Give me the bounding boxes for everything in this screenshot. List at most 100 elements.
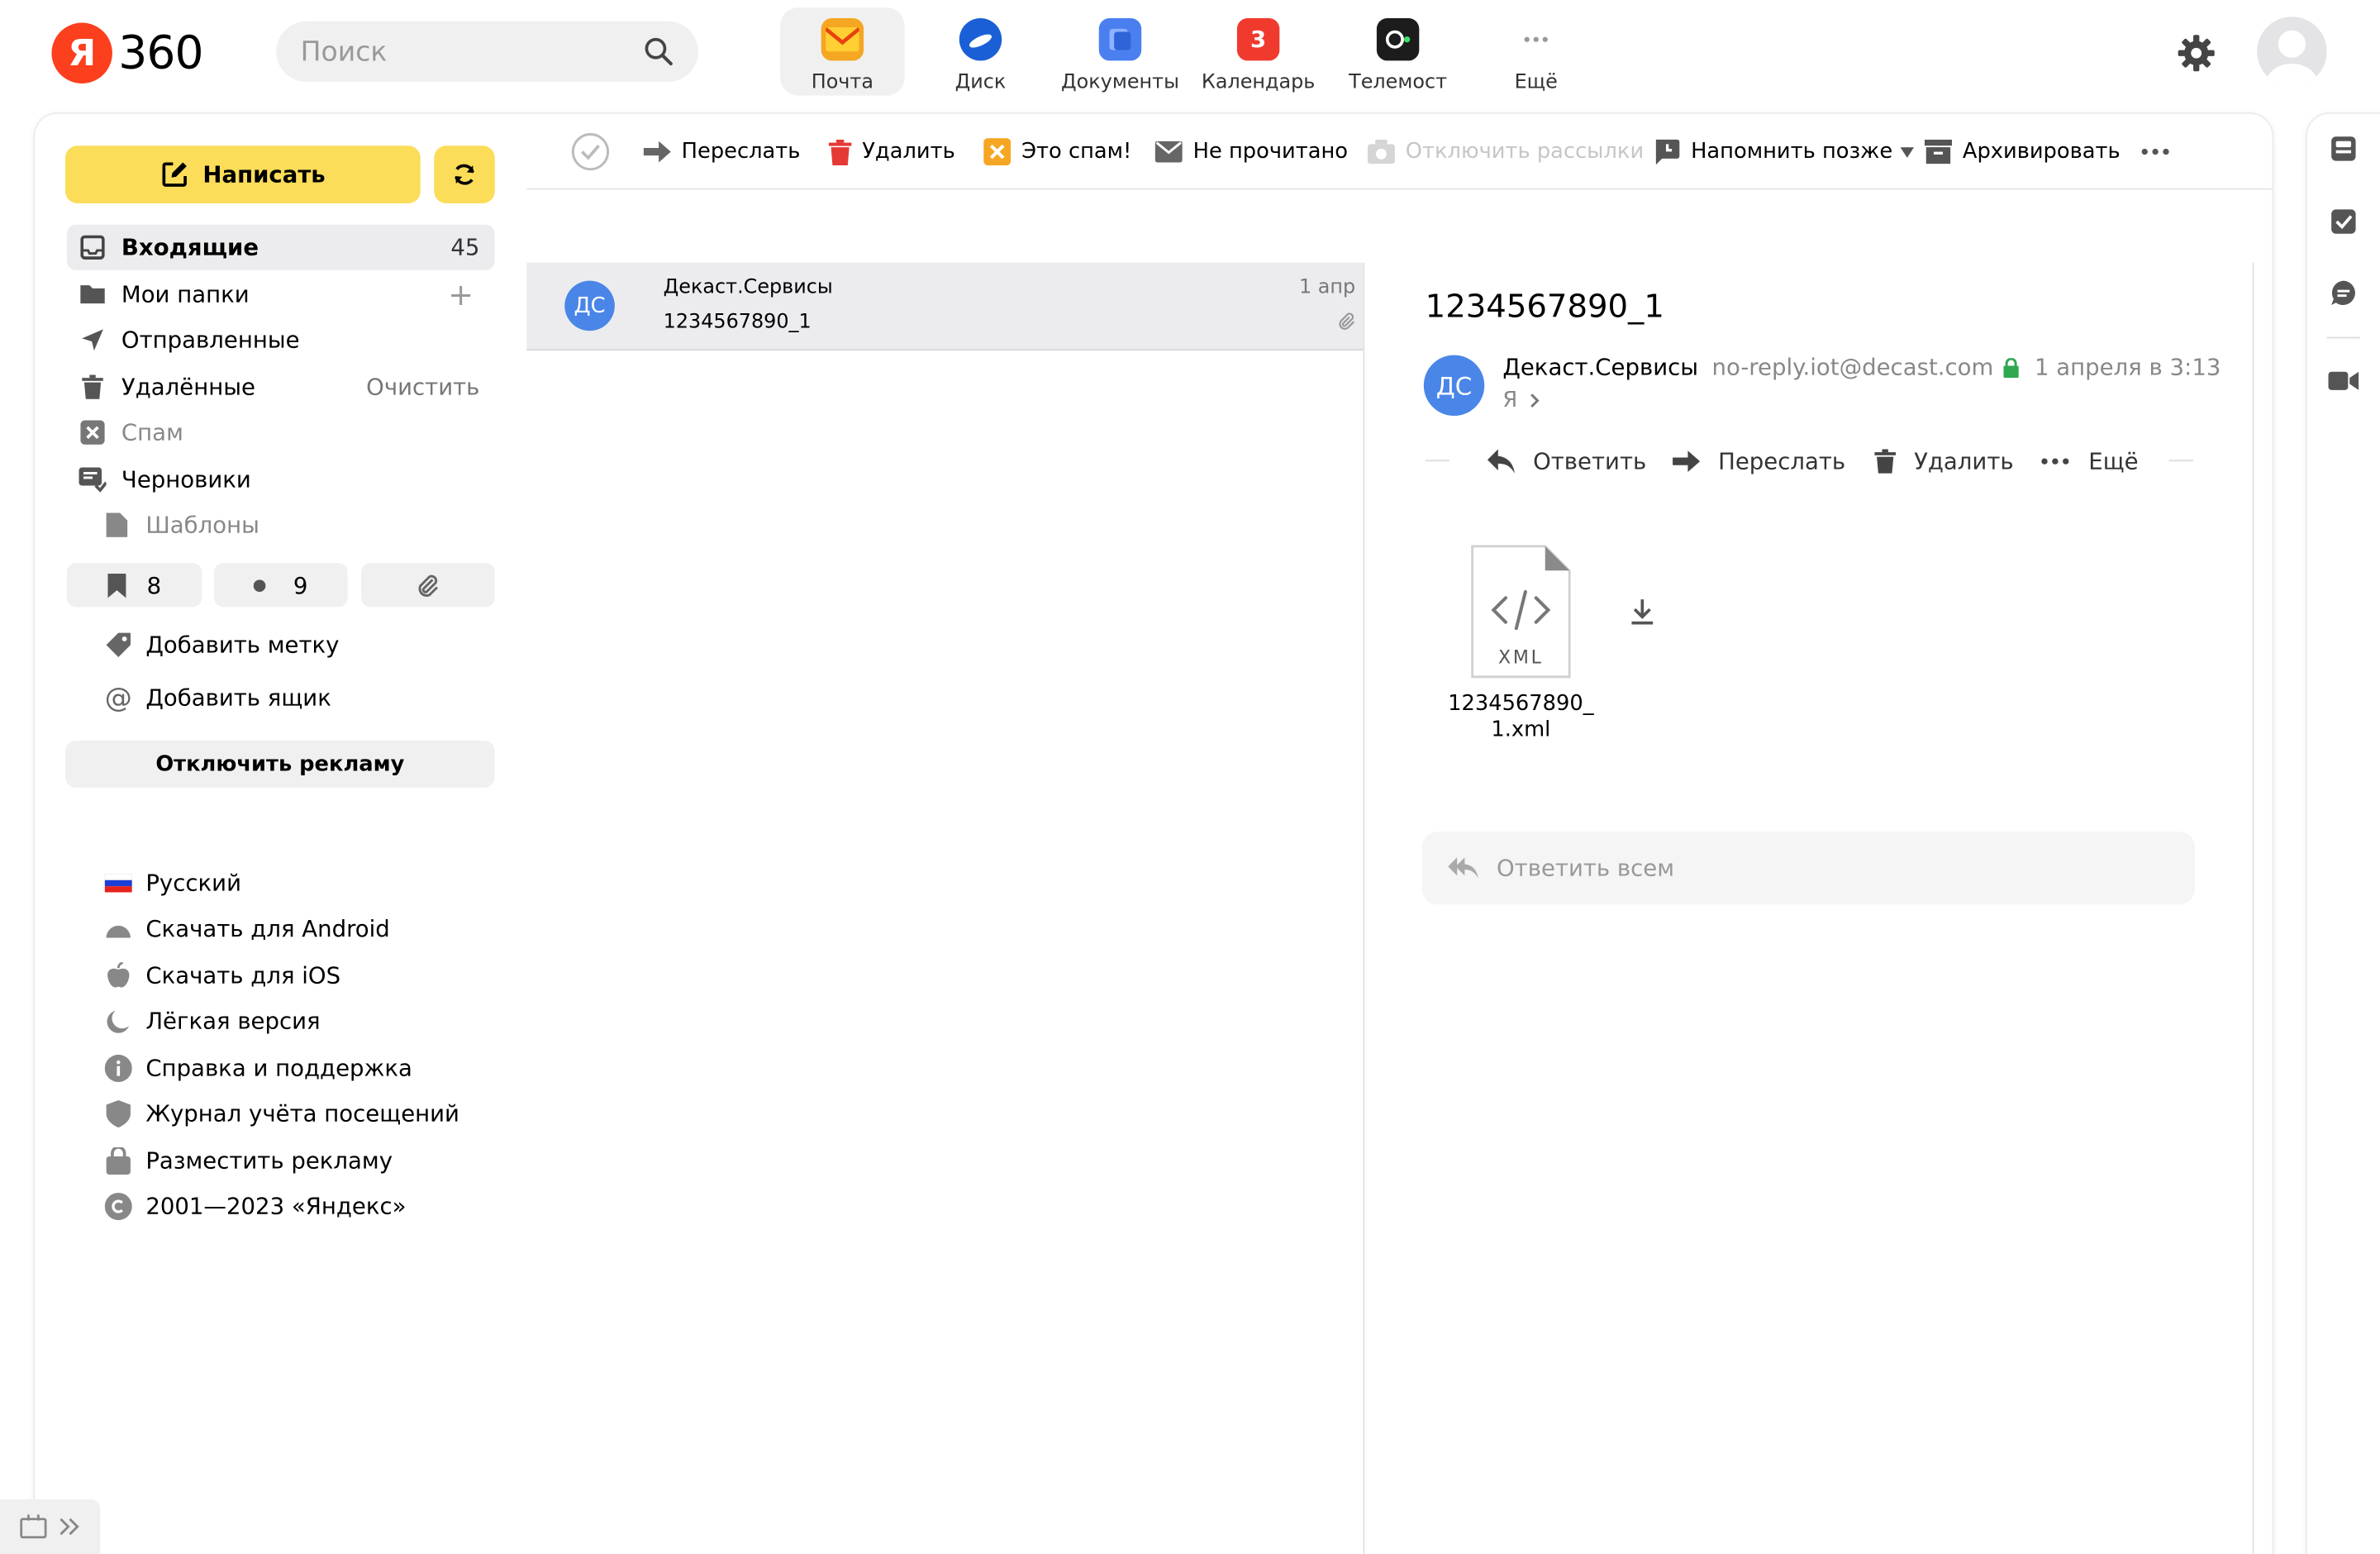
bag-icon (103, 1146, 134, 1175)
visit-log-link[interactable]: Журнал учёта посещений (103, 1096, 459, 1132)
drafts-icon (79, 466, 107, 493)
layout-icon (20, 1514, 47, 1539)
toolbar-mark-unread-label: Не прочитано (1192, 139, 1349, 164)
reply-all-label: Ответить всем (1496, 854, 1675, 882)
service-documents-label: Документы (1061, 71, 1179, 94)
user-avatar[interactable] (2257, 17, 2327, 87)
tasks-icon[interactable] (2328, 207, 2359, 237)
toolbar-forward-button[interactable]: Переслать (643, 134, 800, 170)
forward-button[interactable]: Переслать (1673, 443, 1845, 479)
sender-avatar: ДС (564, 280, 615, 331)
toolbar-mark-unread-button[interactable]: Не прочитано (1154, 134, 1349, 170)
attachments-filter-chip[interactable] (361, 563, 495, 608)
reply-all-box[interactable]: Ответить всем (1421, 832, 2195, 905)
sidebar-collapse-control[interactable] (0, 1499, 101, 1554)
clear-trash-link[interactable]: Очистить (366, 374, 479, 401)
delete-button[interactable]: Удалить (1874, 443, 2014, 479)
info-icon (103, 1054, 134, 1082)
delete-trash-icon (1874, 449, 1897, 474)
folder-deleted[interactable]: Удалённые Очистить (67, 365, 495, 410)
service-documents[interactable]: Документы (1058, 7, 1183, 95)
service-mail[interactable]: Почта (780, 7, 905, 96)
toolbar-more-button[interactable] (2140, 134, 2171, 170)
telemost-icon (1376, 18, 1420, 61)
attachment-filename[interactable]: 1234567890_ 1.xml (1437, 692, 1604, 743)
more-actions-button[interactable]: Ещё (2040, 443, 2139, 479)
messenger-icon[interactable] (2328, 278, 2359, 308)
list-sender-name: Декаст.Сервисы (663, 276, 833, 299)
yandex-360-logo[interactable]: Я 360 (51, 22, 204, 83)
paperclip-icon (416, 573, 440, 597)
disable-ads-label: Отключить рекламу (155, 751, 405, 777)
mail-icon (821, 18, 864, 61)
attachment-filename-line1: 1234567890_ (1448, 692, 1594, 717)
settings-gear-icon[interactable] (2177, 33, 2216, 73)
message-list-item[interactable]: ДС Декаст.Сервисы 1234567890_1 1 апр (526, 262, 1365, 351)
unsubscribe-icon (1367, 139, 1395, 164)
reader-right-border (2252, 262, 2254, 1554)
service-more[interactable]: Ещё (1473, 7, 1598, 95)
refresh-button[interactable] (434, 145, 495, 204)
folder-drafts[interactable]: Черновики (67, 457, 495, 503)
list-date: 1 апр (1298, 276, 1356, 299)
service-calendar[interactable]: 3 Календарь (1196, 7, 1321, 95)
add-label-link[interactable]: Добавить метку (103, 627, 340, 663)
advertise-link[interactable]: Разместить рекламу (103, 1142, 393, 1179)
toolbar-unsubscribe-button[interactable]: Отключить рассылки (1367, 134, 1644, 170)
folder-deleted-label: Удалённые (121, 373, 255, 401)
more-icon (1515, 18, 1557, 60)
message-sender-email[interactable]: no-reply.iot@decast.com (1712, 354, 1994, 381)
folder-my-folders-label: Мои папки (121, 280, 250, 308)
bookmarks-filter-chip[interactable]: 8 (66, 563, 202, 608)
ios-link[interactable]: Скачать для iOS (103, 957, 340, 994)
add-folder-plus-icon[interactable]: + (448, 276, 474, 312)
select-all-checkbox[interactable] (571, 132, 611, 172)
toolbar-divider (526, 188, 2273, 190)
service-calendar-label: Календарь (1201, 71, 1316, 94)
language-link[interactable]: Русский (103, 865, 241, 901)
folder-my-folders[interactable]: Мои папки + (67, 272, 495, 317)
toolbar-spam-button[interactable]: Это спам! (983, 134, 1131, 170)
android-icon (103, 920, 134, 938)
forward-label: Переслать (1718, 447, 1846, 475)
reply-button[interactable]: Ответить (1487, 443, 1646, 479)
message-sender-name[interactable]: Декаст.Сервисы (1502, 354, 1698, 381)
add-mailbox-link[interactable]: @ Добавить ящик (103, 679, 331, 716)
folder-inbox[interactable]: Входящие 45 (66, 224, 495, 270)
folder-templates[interactable]: Шаблоны (67, 503, 495, 548)
language-label: Русский (145, 869, 242, 898)
notes-icon[interactable] (2328, 134, 2359, 164)
toolbar-remind-later-button[interactable]: Напомнить позже (1653, 134, 1914, 170)
toolbar-delete-button[interactable]: Удалить (828, 134, 955, 170)
reply-all-icon (1448, 857, 1478, 879)
inbox-icon (79, 234, 107, 261)
unread-dot-icon (254, 579, 266, 592)
folder-sent[interactable]: Отправленные (67, 317, 495, 363)
folder-inbox-label: Входящие (121, 233, 259, 261)
visit-log-label: Журнал учёта посещений (145, 1100, 459, 1128)
unread-filter-chip[interactable]: 9 (213, 563, 348, 608)
forward-arrow-icon (643, 141, 671, 163)
search-icon[interactable] (644, 36, 674, 67)
message-recipients[interactable]: Я (1502, 388, 1539, 412)
forward-icon (1673, 450, 1701, 472)
service-telemost[interactable]: Телемост (1335, 7, 1460, 95)
help-link[interactable]: Справка и поддержка (103, 1050, 412, 1086)
template-icon (103, 512, 131, 539)
video-call-icon[interactable] (2328, 365, 2359, 396)
disable-ads-button[interactable]: Отключить рекламу (64, 740, 495, 788)
download-icon[interactable] (1630, 598, 1654, 625)
search-input[interactable]: Поиск (276, 21, 698, 83)
folder-spam[interactable]: Спам (67, 410, 495, 455)
sent-icon (79, 327, 107, 354)
light-version-link[interactable]: Лёгкая версия (103, 1003, 321, 1040)
archive-icon (1924, 139, 1952, 164)
reply-arrow-icon (1487, 449, 1516, 474)
compose-button[interactable]: Написать (64, 145, 421, 204)
shield-icon (103, 1100, 134, 1128)
service-disk[interactable]: Диск (918, 7, 1043, 95)
unread-count: 9 (293, 571, 308, 599)
copyright-link[interactable]: 2001—2023 «Яндекс» (103, 1189, 407, 1225)
toolbar-archive-button[interactable]: Архивировать (1924, 134, 2121, 170)
android-link[interactable]: Скачать для Android (103, 911, 390, 947)
